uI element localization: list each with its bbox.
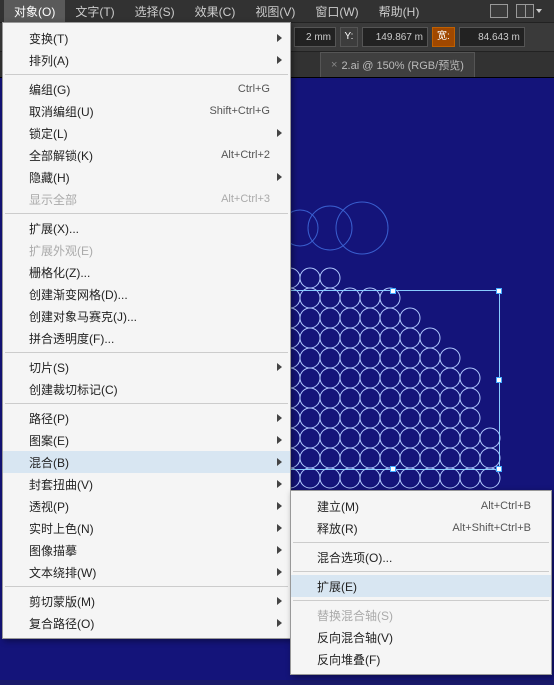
x-field[interactable] bbox=[294, 27, 336, 47]
menu-text[interactable]: 文字(T) bbox=[65, 0, 124, 23]
mi-mosaic[interactable]: 创建对象马赛克(J)... bbox=[3, 305, 290, 327]
menu-separator bbox=[293, 542, 549, 543]
mi-expand[interactable]: 扩展(X)... bbox=[3, 217, 290, 239]
document-tab[interactable]: × 2.ai @ 150% (RGB/预览) bbox=[320, 52, 475, 77]
mi-clipping-mask[interactable]: 剪切蒙版(M) bbox=[3, 590, 290, 612]
tab-close-icon[interactable]: × bbox=[331, 59, 337, 71]
mi-gradient-mesh[interactable]: 创建渐变网格(D)... bbox=[3, 283, 290, 305]
menu-effect[interactable]: 效果(C) bbox=[185, 0, 246, 23]
handle-bc[interactable] bbox=[390, 466, 396, 472]
object-menu: 变换(T) 排列(A) 编组(G)Ctrl+G 取消编组(U)Shift+Ctr… bbox=[2, 22, 291, 639]
menu-separator bbox=[5, 586, 288, 587]
mi-perspective[interactable]: 透视(P) bbox=[3, 495, 290, 517]
mi-pattern[interactable]: 图案(E) bbox=[3, 429, 290, 451]
mi-imagetrace[interactable]: 图像描摹 bbox=[3, 539, 290, 561]
mi-transform[interactable]: 变换(T) bbox=[3, 27, 290, 49]
w-field[interactable] bbox=[459, 27, 525, 47]
menu-separator bbox=[5, 352, 288, 353]
smi-reverse-front-back[interactable]: 反向堆叠(F) bbox=[291, 648, 551, 670]
mi-livepaint[interactable]: 实时上色(N) bbox=[3, 517, 290, 539]
menu-select[interactable]: 选择(S) bbox=[125, 0, 185, 23]
mi-group[interactable]: 编组(G)Ctrl+G bbox=[3, 78, 290, 100]
menu-help[interactable]: 帮助(H) bbox=[369, 0, 430, 23]
smi-replace-spine: 替换混合轴(S) bbox=[291, 604, 551, 626]
handle-br[interactable] bbox=[496, 466, 502, 472]
mi-compound-path[interactable]: 复合路径(O) bbox=[3, 612, 290, 634]
arrange-docs-icon[interactable] bbox=[516, 4, 542, 18]
doc-layout-icon[interactable] bbox=[490, 4, 508, 18]
mi-slice[interactable]: 切片(S) bbox=[3, 356, 290, 378]
menu-separator bbox=[293, 571, 549, 572]
menu-separator bbox=[5, 403, 288, 404]
menu-separator bbox=[293, 600, 549, 601]
mi-hide[interactable]: 隐藏(H) bbox=[3, 166, 290, 188]
handle-tr[interactable] bbox=[496, 288, 502, 294]
smi-make[interactable]: 建立(M)Alt+Ctrl+B bbox=[291, 495, 551, 517]
mi-lock[interactable]: 锁定(L) bbox=[3, 122, 290, 144]
mi-unlockall[interactable]: 全部解锁(K)Alt+Ctrl+2 bbox=[3, 144, 290, 166]
mi-expand-appearance: 扩展外观(E) bbox=[3, 239, 290, 261]
menu-separator bbox=[5, 213, 288, 214]
selection-box bbox=[285, 290, 500, 470]
menubar: 对象(O) 文字(T) 选择(S) 效果(C) 视图(V) 窗口(W) 帮助(H… bbox=[0, 0, 554, 22]
mi-path[interactable]: 路径(P) bbox=[3, 407, 290, 429]
mi-flatten-transparency[interactable]: 拼合透明度(F)... bbox=[3, 327, 290, 349]
mi-rasterize[interactable]: 栅格化(Z)... bbox=[3, 261, 290, 283]
mi-arrange[interactable]: 排列(A) bbox=[3, 49, 290, 71]
handle-mr[interactable] bbox=[496, 377, 502, 383]
mi-ungroup[interactable]: 取消编组(U)Shift+Ctrl+G bbox=[3, 100, 290, 122]
w-label: 宽: bbox=[432, 27, 455, 47]
mi-blend[interactable]: 混合(B) bbox=[3, 451, 290, 473]
smi-blend-options[interactable]: 混合选项(O)... bbox=[291, 546, 551, 568]
blend-submenu: 建立(M)Alt+Ctrl+B 释放(R)Alt+Shift+Ctrl+B 混合… bbox=[290, 490, 552, 675]
smi-expand[interactable]: 扩展(E) bbox=[291, 575, 551, 597]
menu-object[interactable]: 对象(O) bbox=[4, 0, 65, 23]
mi-trim-marks[interactable]: 创建裁切标记(C) bbox=[3, 378, 290, 400]
mi-envelope[interactable]: 封套扭曲(V) bbox=[3, 473, 290, 495]
menu-separator bbox=[5, 74, 288, 75]
menu-view[interactable]: 视图(V) bbox=[245, 0, 305, 23]
y-field[interactable] bbox=[362, 27, 428, 47]
tab-title: 2.ai @ 150% (RGB/预览) bbox=[341, 57, 463, 73]
smi-reverse-spine[interactable]: 反向混合轴(V) bbox=[291, 626, 551, 648]
mi-textwrap[interactable]: 文本绕排(W) bbox=[3, 561, 290, 583]
smi-release[interactable]: 释放(R)Alt+Shift+Ctrl+B bbox=[291, 517, 551, 539]
handle-tc[interactable] bbox=[390, 288, 396, 294]
mi-showall: 显示全部Alt+Ctrl+3 bbox=[3, 188, 290, 210]
menu-window[interactable]: 窗口(W) bbox=[305, 0, 368, 23]
y-label-btn: Y: bbox=[340, 27, 358, 47]
